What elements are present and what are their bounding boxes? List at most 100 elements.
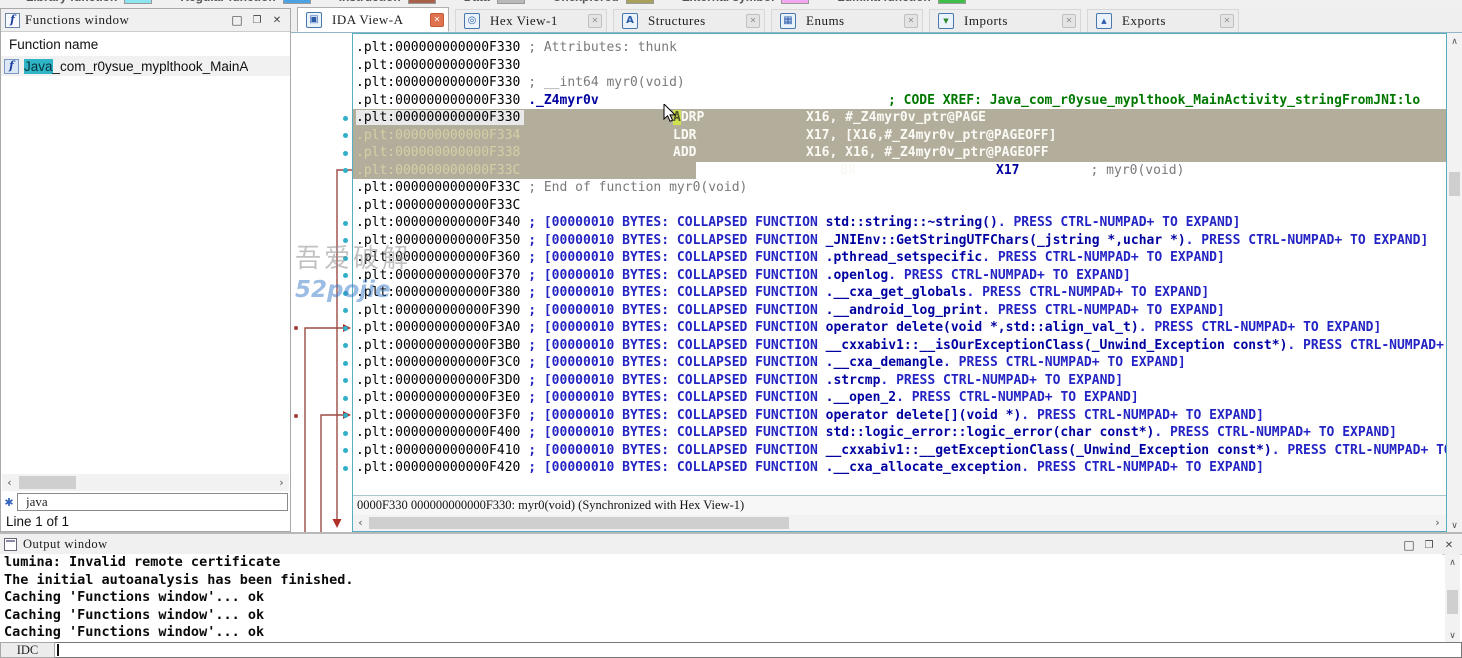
- listing-line[interactable]: .plt:000000000000F334LDRX17, [X16,#_Z4my…: [353, 127, 1446, 145]
- listing-line[interactable]: .plt:000000000000F400 ; [00000010 BYTES:…: [353, 424, 1446, 442]
- listing-line[interactable]: .plt:000000000000F3B0 ; [00000010 BYTES:…: [353, 337, 1446, 355]
- listing-line[interactable]: .plt:000000000000F3E0 ; [00000010 BYTES:…: [353, 389, 1446, 407]
- maximize-icon[interactable]: [1399, 537, 1419, 553]
- function-list-item[interactable]: fJava_com_r0ysue_myplthook_MainA: [1, 56, 290, 76]
- collapsed-suffix: . PRESS CTRL-NUMPAD+ TO EXPAND]: [1021, 408, 1264, 423]
- legend-item: Library function: [26, 0, 152, 4]
- address: .plt:000000000000F3F0: [356, 408, 520, 423]
- scrollbar-thumb[interactable]: [1449, 172, 1460, 196]
- listing-line[interactable]: .plt:000000000000F3A0 ; [00000010 BYTES:…: [353, 319, 1446, 337]
- listing-line[interactable]: .plt:000000000000F33C: [353, 197, 1446, 215]
- line-marker-dot: [343, 361, 348, 366]
- functions-window-titlebar: f Functions window: [1, 9, 290, 32]
- legend-swatch: [938, 0, 966, 4]
- scroll-down-icon[interactable]: [1447, 517, 1462, 532]
- disassembly-listing[interactable]: .plt:000000000000F330 ; Attributes: thun…: [353, 34, 1446, 495]
- collapsed-function-name: .__cxa_demangle: [826, 355, 943, 370]
- output-vertical-scrollbar[interactable]: [1445, 554, 1460, 642]
- listing-line[interactable]: .plt:000000000000F330ADRPX16, #_Z4myr0v_…: [353, 109, 1446, 127]
- collapsed-prefix: ; [00000010 BYTES: COLLAPSED FUNCTION: [528, 338, 825, 353]
- scrollbar-thumb[interactable]: [369, 517, 789, 529]
- float-icon[interactable]: [247, 12, 267, 28]
- scrollbar-thumb[interactable]: [19, 476, 76, 489]
- scroll-right-icon[interactable]: [1430, 515, 1445, 530]
- legend-label: Instruction: [339, 0, 401, 4]
- listing-line[interactable]: .plt:000000000000F350 ; [00000010 BYTES:…: [353, 232, 1446, 250]
- arrow-target-tick: [294, 326, 298, 330]
- collapsed-prefix: ; [00000010 BYTES: COLLAPSED FUNCTION: [528, 408, 825, 423]
- tab-structures[interactable]: Structures: [613, 9, 765, 32]
- collapsed-function-name: operator delete(void *,std::align_val_t): [826, 320, 1139, 335]
- cli-input[interactable]: [55, 642, 1462, 658]
- functions-horizontal-scrollbar[interactable]: [2, 474, 289, 491]
- legend-swatch: [781, 0, 809, 4]
- scrollbar-thumb[interactable]: [1447, 590, 1458, 614]
- close-icon[interactable]: [1439, 537, 1459, 553]
- listing-line[interactable]: .plt:000000000000F390 ; [00000010 BYTES:…: [353, 302, 1446, 320]
- line-marker-dot: [343, 256, 348, 261]
- collapsed-function-name: __cxxabiv1::__getExceptionClass(_Unwind_…: [826, 443, 1272, 458]
- listing-line[interactable]: .plt:000000000000F330 ._Z4myr0v; CODE XR…: [353, 92, 1446, 110]
- legend-label: Unexplored: [553, 0, 619, 4]
- output-log: lumina: Invalid remote certificateThe in…: [0, 554, 1442, 642]
- listing-line[interactable]: .plt:000000000000F330 ; Attributes: thun…: [353, 39, 1446, 57]
- listing-line[interactable]: .plt:000000000000F410 ; [00000010 BYTES:…: [353, 442, 1446, 460]
- tab-imports[interactable]: Imports: [929, 9, 1081, 32]
- line-marker-dot: [343, 291, 348, 296]
- line-marker-dot: [343, 431, 348, 436]
- tab-exports[interactable]: Exports: [1087, 9, 1239, 32]
- scroll-left-icon[interactable]: [2, 475, 17, 490]
- listing-line[interactable]: .plt:000000000000F33C ; End of function …: [353, 179, 1446, 197]
- mnemonic: LDR: [673, 127, 696, 145]
- line-marker-dot: [343, 116, 348, 121]
- maximize-icon[interactable]: [227, 12, 247, 28]
- collapsed-prefix: ; [00000010 BYTES: COLLAPSED FUNCTION: [528, 250, 825, 265]
- tab-close-icon[interactable]: [430, 13, 444, 27]
- listing-line[interactable]: .plt:000000000000F360 ; [00000010 BYTES:…: [353, 249, 1446, 267]
- line-marker-dot: [343, 448, 348, 453]
- tab-close-icon[interactable]: [746, 14, 760, 28]
- legend-item: Data: [464, 0, 525, 4]
- cli-selector-button[interactable]: IDC: [0, 642, 55, 658]
- legend-item: Unexplored: [553, 0, 654, 4]
- close-icon[interactable]: [267, 12, 287, 28]
- listing-horizontal-scrollbar[interactable]: [353, 515, 1446, 531]
- float-icon[interactable]: [1419, 537, 1439, 553]
- listing-line[interactable]: .plt:000000000000F3D0 ; [00000010 BYTES:…: [353, 372, 1446, 390]
- listing-line[interactable]: .plt:000000000000F420 ; [00000010 BYTES:…: [353, 459, 1446, 477]
- tab-enums[interactable]: Enums: [771, 9, 923, 32]
- line-marker-dot: [343, 238, 348, 243]
- scroll-up-icon[interactable]: [1445, 554, 1460, 569]
- tab-bar: IDA View-A Hex View-1 Structures Enums Impor…: [291, 8, 1462, 33]
- tab-label: Exports: [1122, 13, 1220, 29]
- scroll-left-icon[interactable]: [353, 515, 368, 530]
- listing-line[interactable]: .plt:000000000000F380 ; [00000010 BYTES:…: [353, 284, 1446, 302]
- scroll-up-icon[interactable]: [1447, 33, 1462, 48]
- tab-close-icon[interactable]: [588, 14, 602, 28]
- function-icon: f: [4, 59, 19, 74]
- collapsed-function-name: _JNIEnv::GetStringUTFChars(_jstring *,uc…: [826, 233, 1186, 248]
- function-filter-input[interactable]: [17, 493, 288, 511]
- collapsed-prefix: ; [00000010 BYTES: COLLAPSED FUNCTION: [528, 215, 825, 230]
- listing-line[interactable]: .plt:000000000000F3F0 ; [00000010 BYTES:…: [353, 407, 1446, 425]
- tab-hex-view[interactable]: Hex View-1: [455, 9, 607, 32]
- listing-line[interactable]: .plt:000000000000F330: [353, 57, 1446, 75]
- listing-line[interactable]: .plt:000000000000F33CBRX17; myr0(void): [353, 162, 1446, 180]
- listing-line[interactable]: .plt:000000000000F338ADDX16, X16, #_Z4my…: [353, 144, 1446, 162]
- function-name-column-header[interactable]: Function name: [1, 32, 290, 56]
- listing-line[interactable]: .plt:000000000000F340 ; [00000010 BYTES:…: [353, 214, 1446, 232]
- output-log-line: The initial autoanalysis has been finish…: [0, 572, 1442, 590]
- scroll-right-icon[interactable]: [274, 475, 289, 490]
- tab-close-icon[interactable]: [1220, 14, 1234, 28]
- listing-line[interactable]: .plt:000000000000F330 ; __int64 myr0(voi…: [353, 74, 1446, 92]
- tab-close-icon[interactable]: [904, 14, 918, 28]
- address: .plt:000000000000F400: [356, 425, 520, 440]
- tab-ida-view[interactable]: IDA View-A: [297, 7, 449, 32]
- listing-line[interactable]: .plt:000000000000F370 ; [00000010 BYTES:…: [353, 267, 1446, 285]
- code-xref-comment: ; CODE XREF: Java_com_r0ysue_myplthook_M…: [888, 92, 1420, 110]
- listing-line[interactable]: .plt:000000000000F3C0 ; [00000010 BYTES:…: [353, 354, 1446, 372]
- scroll-down-icon[interactable]: [1445, 627, 1460, 642]
- listing-vertical-scrollbar[interactable]: [1447, 33, 1462, 532]
- tab-close-icon[interactable]: [1062, 14, 1076, 28]
- line-marker-dot: [343, 343, 348, 348]
